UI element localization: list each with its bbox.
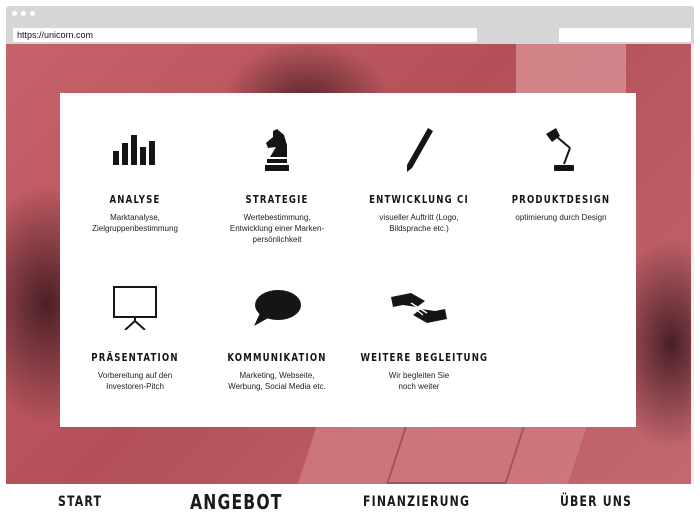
url-bar[interactable]: https://unicorn.com xyxy=(13,28,477,42)
service-title: PRODUKTDESIGN xyxy=(511,193,611,206)
window-close-dot[interactable] xyxy=(12,11,17,16)
service-description: Wertebestimmung, Entwicklung einer Marke… xyxy=(229,213,325,244)
bar-chart-icon xyxy=(60,125,210,175)
browser-search-bar[interactable] xyxy=(559,28,691,42)
service-description: Marketing, Webseite, Werbung, Social Med… xyxy=(228,371,326,391)
service-title: KOMMUNIKATION xyxy=(227,351,327,364)
service-strategie[interactable]: STRATEGIE Wertebestimmung, Entwicklung e… xyxy=(202,125,352,245)
service-praesentation[interactable]: PRÄSENTATION Vorbereitung auf den Invest… xyxy=(60,283,210,392)
service-title: PRÄSENTATION xyxy=(91,351,179,364)
nav-finanzierung[interactable]: FINANZIERUNG xyxy=(363,494,470,510)
service-title: ANALYSE xyxy=(109,193,161,206)
desk-lamp-icon xyxy=(486,125,636,175)
service-description: Vorbereitung auf den Investoren-Pitch xyxy=(97,371,173,391)
handshake-icon xyxy=(344,283,494,333)
nav-angebot-active[interactable]: ANGEBOT xyxy=(190,490,283,514)
service-description: visueller Auftritt (Logo, Bildsprache et… xyxy=(379,213,459,233)
speech-bubble-icon xyxy=(202,283,352,333)
service-description: Marktanalyse, Zielgruppenbestimmung xyxy=(92,213,178,233)
nav-start[interactable]: START xyxy=(58,494,102,510)
hero-background-screen xyxy=(516,44,626,96)
service-title: WEITERE BEGLEITUNG xyxy=(360,351,489,364)
service-description: optimierung durch Design xyxy=(515,213,607,222)
hero-background-laptop-keys xyxy=(386,424,526,484)
window-minimize-dot[interactable] xyxy=(21,11,26,16)
page-scrollbar[interactable] xyxy=(691,44,694,484)
service-title: ENTWICKLUNG CI xyxy=(369,193,469,206)
main-navigation: START ANGEBOT FINANZIERUNG ÜBER UNS xyxy=(0,484,700,520)
services-panel: ANALYSE Marktanalyse, Zielgruppenbestimm… xyxy=(60,93,636,427)
service-description: Wir begleiten Sie noch weiter xyxy=(388,371,450,391)
chess-knight-icon xyxy=(202,125,352,175)
service-produktdesign[interactable]: PRODUKTDESIGN optimierung durch Design xyxy=(486,125,636,223)
url-text: https://unicorn.com xyxy=(17,30,94,40)
presentation-board-icon xyxy=(60,283,210,333)
service-analyse[interactable]: ANALYSE Marktanalyse, Zielgruppenbestimm… xyxy=(60,125,210,234)
service-weitere-begleitung[interactable]: WEITERE BEGLEITUNG Wir begleiten Sie noc… xyxy=(344,283,494,392)
nav-ueber-uns[interactable]: ÜBER UNS xyxy=(560,494,632,510)
service-title: STRATEGIE xyxy=(245,193,309,206)
window-maximize-dot[interactable] xyxy=(30,11,35,16)
service-kommunikation[interactable]: KOMMUNIKATION Marketing, Webseite, Werbu… xyxy=(202,283,352,392)
browser-chrome: https://unicorn.com xyxy=(6,6,694,44)
window-controls xyxy=(12,11,35,16)
service-entwicklung-ci[interactable]: ENTWICKLUNG CI visueller Auftritt (Logo,… xyxy=(344,125,494,234)
pen-icon xyxy=(344,125,494,175)
